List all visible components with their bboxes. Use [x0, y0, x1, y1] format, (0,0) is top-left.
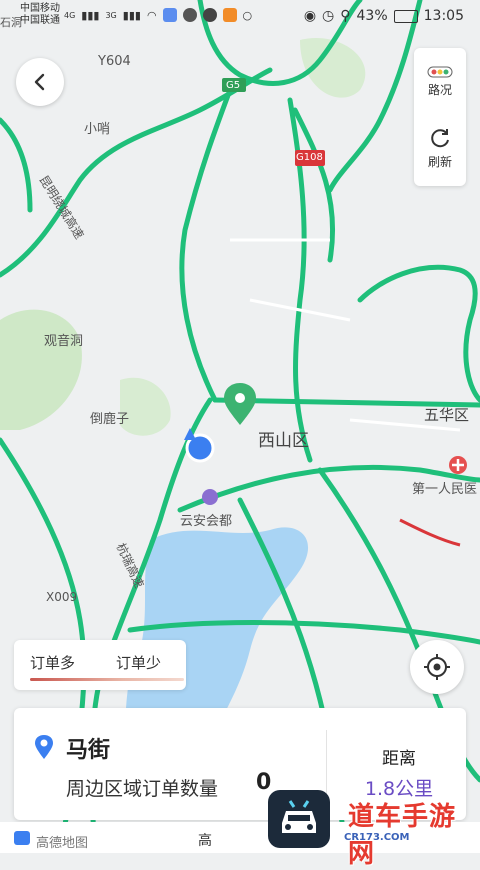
- map-label-g5: G5: [226, 80, 241, 91]
- traffic-toggle-button[interactable]: 路况: [414, 66, 466, 98]
- legend-fewer-orders: 订单少: [116, 654, 162, 672]
- app-notification-icon: [222, 8, 237, 22]
- map-label-yunan-huidu: 云安会都: [180, 514, 233, 529]
- location-name: 马街: [66, 738, 111, 763]
- crosshair-icon: [424, 654, 450, 680]
- site-watermark: 道车手游网 CR173.COM: [268, 782, 480, 869]
- net-type-1: 4G: [64, 10, 76, 20]
- clock-time: 13:05: [423, 8, 464, 24]
- alarm-icon: ◷: [322, 8, 335, 24]
- chevron-left-icon: [34, 73, 45, 91]
- refresh-button[interactable]: 刷新: [414, 126, 466, 170]
- signal-icon: ▮▮▮: [122, 8, 141, 22]
- map-label-y604: Y604: [98, 54, 131, 69]
- app-notification-icon: [182, 8, 197, 22]
- net-type-2: 3G: [105, 10, 117, 20]
- wifi-icon: ◠: [146, 8, 157, 22]
- carrier-info: 中国移动 中国联通: [20, 3, 60, 27]
- map-label-daoluzi: 倒鹿子: [90, 412, 130, 427]
- map-label-g108: G108: [296, 152, 323, 163]
- battery-icon: [393, 9, 418, 23]
- search-icon: ○: [242, 8, 253, 22]
- amap-logo-icon: [14, 831, 30, 845]
- road-marker: 高: [198, 833, 212, 849]
- order-density-legend: 订单多 订单少: [14, 640, 186, 690]
- refresh-label: 刷新: [427, 155, 452, 169]
- amap-logo-text: 高德地图: [36, 836, 89, 851]
- app-notification-icon: [162, 8, 177, 22]
- refresh-icon: [431, 129, 449, 148]
- my-location-button[interactable]: [410, 640, 464, 694]
- location-pin-icon: [35, 735, 53, 759]
- legend-more-orders: 订单多: [30, 654, 76, 672]
- location-icon: ⚲: [340, 8, 351, 24]
- map-label-wuhua-district: 五华区: [424, 406, 470, 424]
- map-tools-panel: 路况 刷新: [414, 48, 466, 186]
- eye-icon: ◉: [303, 8, 317, 24]
- status-icons-right: ◉ ◷ ⚲ 43% 13:05: [304, 8, 464, 24]
- distance-label: 距离: [382, 749, 416, 769]
- hotel-icon: [202, 489, 218, 505]
- watermark-car-icon: [268, 790, 330, 848]
- status-bar: 中国移动 中国联通 4G ▮▮▮ 3G ▮▮▮ ◠ ○ ◉ ◷ ⚲ 43% 13…: [0, 0, 480, 34]
- map-label-xiaoshao: 小哨: [84, 122, 111, 137]
- map-label-x009: X009: [46, 590, 78, 604]
- signal-icon: ▮▮▮: [81, 8, 100, 22]
- watermark-url: CR173.COM: [344, 832, 410, 843]
- order-count-label: 周边区域订单数量: [66, 778, 219, 800]
- carrier-1: 中国移动: [20, 3, 60, 14]
- carrier-2: 中国联通: [20, 15, 60, 26]
- traffic-light-icon: [427, 66, 453, 78]
- status-icons-left: 4G ▮▮▮ 3G ▮▮▮ ◠ ○: [64, 8, 252, 22]
- map-label-xishan-district: 西山区: [258, 431, 309, 451]
- traffic-label: 路况: [427, 83, 452, 97]
- battery-percent: 43%: [356, 8, 388, 24]
- back-button[interactable]: [16, 58, 64, 106]
- map-label-guanyindong: 观音洞: [44, 334, 84, 349]
- legend-gradient-bar: [30, 678, 184, 681]
- app-notification-icon: [202, 8, 217, 22]
- map-label-first-hospital: 第一人民医: [412, 482, 478, 497]
